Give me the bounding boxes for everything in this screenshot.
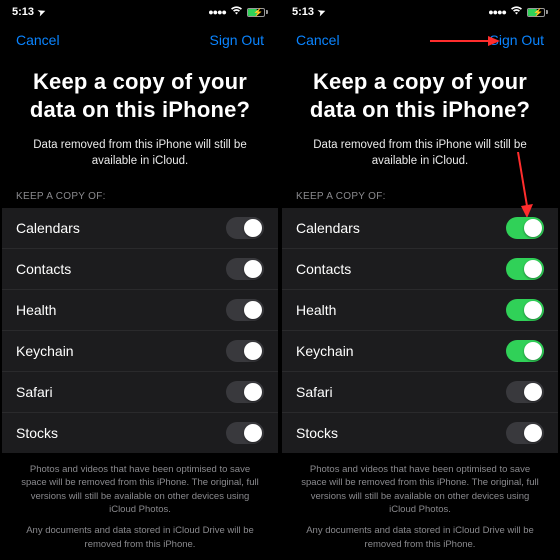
footnote-drive: Any documents and data stored in iCloud …: [282, 516, 558, 551]
toggle-safari[interactable]: [506, 381, 544, 403]
signal-icon: ●●●●: [488, 7, 506, 17]
sign-out-button[interactable]: Sign Out: [210, 32, 264, 48]
row-label: Safari: [16, 384, 53, 400]
section-header: KEEP A COPY OF:: [2, 187, 278, 208]
row-label: Health: [296, 302, 336, 318]
page-title: Keep a copy of your data on this iPhone?: [2, 58, 278, 137]
list-item: Contacts: [2, 249, 278, 290]
toggle-calendars[interactable]: [506, 217, 544, 239]
battery-icon: ⚡: [247, 8, 268, 17]
toggle-health[interactable]: [226, 299, 264, 321]
wifi-icon: [510, 6, 523, 18]
row-label: Calendars: [16, 220, 80, 236]
row-label: Calendars: [296, 220, 360, 236]
page-subtitle: Data removed from this iPhone will still…: [282, 137, 558, 187]
toggle-calendars[interactable]: [226, 217, 264, 239]
page-subtitle: Data removed from this iPhone will still…: [2, 137, 278, 187]
location-icon: ➤: [316, 6, 327, 19]
cancel-button[interactable]: Cancel: [296, 32, 340, 48]
nav-bar: Cancel Sign Out: [2, 22, 278, 58]
footnote-drive: Any documents and data stored in iCloud …: [2, 516, 278, 551]
list-item: Safari: [282, 372, 558, 413]
list-item: Keychain: [282, 331, 558, 372]
status-bar: 5:13 ➤ ●●●● ⚡: [282, 2, 558, 22]
toggle-keychain[interactable]: [226, 340, 264, 362]
list-item: Stocks: [2, 413, 278, 453]
section-header: KEEP A COPY OF:: [282, 187, 558, 208]
row-label: Stocks: [16, 425, 58, 441]
battery-icon: ⚡: [527, 8, 548, 17]
options-list: Calendars Contacts Health Keychain Safar…: [2, 208, 278, 453]
row-label: Keychain: [296, 343, 354, 359]
wifi-icon: [230, 6, 243, 18]
toggle-keychain[interactable]: [506, 340, 544, 362]
list-item: Stocks: [282, 413, 558, 453]
nav-bar: Cancel Sign Out: [282, 22, 558, 58]
status-time: 5:13: [12, 6, 34, 18]
toggle-contacts[interactable]: [226, 258, 264, 280]
screenshot-right: 5:13 ➤ ●●●● ⚡ Cancel Sign Out Keep a cop…: [282, 2, 558, 558]
sign-out-button[interactable]: Sign Out: [490, 32, 544, 48]
list-item: Keychain: [2, 331, 278, 372]
list-item: Calendars: [282, 208, 558, 249]
row-label: Contacts: [296, 261, 351, 277]
status-time: 5:13: [292, 6, 314, 18]
list-item: Health: [282, 290, 558, 331]
row-label: Health: [16, 302, 56, 318]
signal-icon: ●●●●: [208, 7, 226, 17]
toggle-health[interactable]: [506, 299, 544, 321]
row-label: Keychain: [16, 343, 74, 359]
list-item: Health: [2, 290, 278, 331]
list-item: Contacts: [282, 249, 558, 290]
cancel-button[interactable]: Cancel: [16, 32, 60, 48]
page-title: Keep a copy of your data on this iPhone?: [282, 58, 558, 137]
footnote-photos: Photos and videos that have been optimis…: [2, 453, 278, 516]
footnote-photos: Photos and videos that have been optimis…: [282, 453, 558, 516]
row-label: Contacts: [16, 261, 71, 277]
toggle-stocks[interactable]: [506, 422, 544, 444]
row-label: Stocks: [296, 425, 338, 441]
toggle-contacts[interactable]: [506, 258, 544, 280]
options-list: Calendars Contacts Health Keychain Safar…: [282, 208, 558, 453]
toggle-stocks[interactable]: [226, 422, 264, 444]
status-bar: 5:13 ➤ ●●●● ⚡: [2, 2, 278, 22]
screenshot-left: 5:13 ➤ ●●●● ⚡ Cancel Sign Out Keep a cop…: [2, 2, 278, 558]
location-icon: ➤: [36, 6, 47, 19]
list-item: Safari: [2, 372, 278, 413]
row-label: Safari: [296, 384, 333, 400]
list-item: Calendars: [2, 208, 278, 249]
toggle-safari[interactable]: [226, 381, 264, 403]
